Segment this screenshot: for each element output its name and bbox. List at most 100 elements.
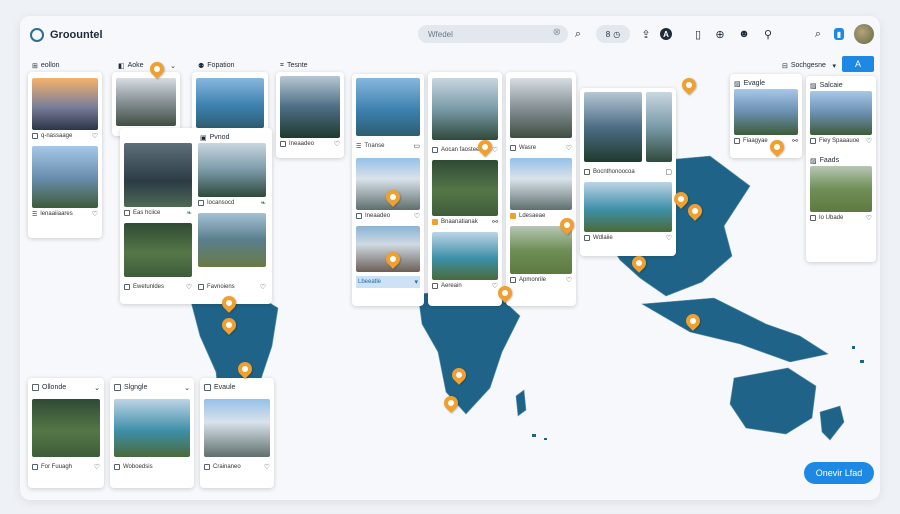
photo-thumbnail[interactable] bbox=[116, 78, 176, 126]
checkbox[interactable] bbox=[32, 384, 39, 391]
checkbox[interactable] bbox=[114, 384, 121, 391]
zoom-icon[interactable]: ⊕ bbox=[712, 26, 728, 42]
checkbox[interactable] bbox=[584, 235, 590, 241]
heart-icon[interactable]: ♡ bbox=[492, 282, 498, 290]
photo-thumbnail[interactable] bbox=[32, 146, 98, 208]
checkbox[interactable] bbox=[124, 210, 130, 216]
checkbox[interactable] bbox=[810, 215, 816, 221]
search-global-icon[interactable]: ⌕ bbox=[810, 26, 826, 42]
heart-icon[interactable]: ♡ bbox=[666, 234, 672, 242]
checkbox[interactable] bbox=[734, 138, 740, 144]
checkbox[interactable] bbox=[204, 384, 211, 391]
checkbox[interactable] bbox=[280, 141, 286, 147]
counter-pill[interactable]: 8 ◷ bbox=[596, 25, 630, 43]
photo-thumbnail[interactable] bbox=[198, 143, 266, 197]
primary-action-button[interactable]: A bbox=[842, 56, 874, 72]
magnify-icon[interactable]: ⚲ bbox=[760, 26, 776, 42]
share-icon[interactable]: ⇪ bbox=[638, 26, 654, 42]
photo-card-2[interactable]: ▣ Pvnod Eas hciice ❧ Iocansocd ❧ Ewetunldes… bbox=[120, 128, 272, 304]
heart-icon[interactable]: ♡ bbox=[414, 212, 420, 220]
link-icon[interactable]: ⚯ bbox=[792, 137, 798, 145]
photo-thumbnail[interactable] bbox=[510, 226, 572, 274]
heart-icon[interactable]: ♡ bbox=[260, 283, 266, 291]
photo-thumbnail[interactable] bbox=[198, 213, 266, 267]
link-icon[interactable]: ⚯ bbox=[492, 218, 498, 226]
chevron-down-icon[interactable]: ⌄ bbox=[94, 384, 100, 392]
photo-thumbnail[interactable] bbox=[356, 78, 420, 136]
checkbox[interactable] bbox=[124, 284, 130, 290]
bookmark-icon[interactable]: ▮ bbox=[834, 28, 844, 40]
checkbox[interactable] bbox=[432, 147, 438, 153]
heart-icon[interactable]: ♡ bbox=[186, 283, 192, 291]
heart-icon[interactable]: ♡ bbox=[566, 276, 572, 284]
photo-thumbnail[interactable] bbox=[432, 232, 498, 280]
heart-icon[interactable]: ♡ bbox=[866, 214, 872, 222]
checkbox[interactable] bbox=[32, 133, 38, 139]
checkbox[interactable] bbox=[198, 284, 204, 290]
photo-thumbnail[interactable] bbox=[32, 399, 100, 457]
heart-icon[interactable]: ♡ bbox=[94, 463, 100, 471]
checkbox[interactable] bbox=[114, 464, 120, 470]
selected-row[interactable]: Lbeeatle ▾ bbox=[356, 276, 420, 288]
avatar[interactable] bbox=[854, 24, 874, 44]
search-input[interactable]: Wfedel ⊗ bbox=[418, 25, 568, 43]
photo-thumbnail[interactable] bbox=[734, 89, 798, 135]
photo-card-13[interactable]: Evaule Crainaneo ♡ bbox=[200, 378, 274, 488]
document-icon[interactable]: ▯ bbox=[690, 26, 706, 42]
photo-thumbnail[interactable] bbox=[810, 166, 872, 212]
photo-thumbnail[interactable] bbox=[510, 158, 572, 210]
checkbox-checked[interactable] bbox=[432, 219, 438, 225]
photo-card-fopation[interactable] bbox=[192, 72, 268, 136]
chevron-down-icon[interactable]: ⌄ bbox=[184, 384, 190, 392]
user-icon[interactable]: ☻ bbox=[736, 26, 752, 42]
photo-thumbnail[interactable] bbox=[356, 226, 420, 272]
photo-card-9[interactable]: ▨ Evagle Fiaagyae ⚯ bbox=[730, 74, 802, 158]
document-icon[interactable]: ▭ bbox=[413, 142, 420, 150]
photo-card-aoke[interactable] bbox=[112, 72, 180, 136]
sort-dropdown[interactable]: ⊟ Sochgesne ▾ bbox=[778, 56, 840, 74]
photo-card-8[interactable]: Bocnthonoocoa ▢ Wdlaiie ♡ bbox=[580, 88, 676, 256]
photo-card-10[interactable]: ▨ Salcaie Fiey Spaaauoe ♡ ▨ Faads Io Ubade ♡ bbox=[806, 76, 876, 262]
photo-thumbnail[interactable] bbox=[124, 143, 192, 207]
heart-icon[interactable]: ♡ bbox=[334, 140, 340, 148]
photo-thumbnail[interactable] bbox=[432, 160, 498, 216]
checkbox[interactable] bbox=[510, 145, 516, 151]
checkbox[interactable] bbox=[432, 283, 438, 289]
photo-thumbnail[interactable] bbox=[646, 92, 672, 162]
photo-thumbnail[interactable] bbox=[196, 78, 264, 128]
photo-thumbnail[interactable] bbox=[510, 78, 572, 138]
photo-thumbnail[interactable] bbox=[584, 182, 672, 232]
photo-thumbnail[interactable] bbox=[810, 91, 872, 135]
checkbox[interactable] bbox=[510, 277, 516, 283]
confirm-button[interactable]: Onevir Lfad bbox=[804, 462, 874, 484]
checkbox[interactable] bbox=[204, 464, 210, 470]
checkbox[interactable] bbox=[198, 200, 204, 206]
checkbox[interactable]: ▢ bbox=[665, 168, 672, 176]
checkbox[interactable] bbox=[810, 138, 816, 144]
search-icon[interactable]: ⌕ bbox=[570, 26, 586, 42]
checkbox[interactable] bbox=[32, 464, 38, 470]
heart-icon[interactable]: ♡ bbox=[264, 463, 270, 471]
photo-thumbnail[interactable] bbox=[124, 223, 192, 277]
photo-thumbnail[interactable] bbox=[584, 92, 642, 162]
heart-icon[interactable]: ♡ bbox=[866, 137, 872, 145]
checkbox[interactable] bbox=[584, 169, 590, 175]
clear-search-icon[interactable]: ⊗ bbox=[553, 27, 561, 38]
photo-card-5[interactable]: ☰ Tnanse ▭ Ineaadeo ♡ Lbeeatle ▾ bbox=[352, 74, 424, 306]
heart-icon[interactable]: ♡ bbox=[92, 210, 98, 218]
heart-icon[interactable]: ♡ bbox=[566, 144, 572, 152]
photo-card-11[interactable]: Ollonde ⌄ For Fuuagh ♡ bbox=[28, 378, 104, 488]
photo-thumbnail[interactable] bbox=[204, 399, 270, 457]
photo-card-1[interactable]: q-nassaage ♡ ☰ lenaaiiaares ♡ bbox=[28, 72, 102, 238]
photo-thumbnail[interactable] bbox=[280, 76, 340, 138]
photo-card-tesnte[interactable]: Ineaadeo ♡ bbox=[276, 72, 344, 158]
heart-icon[interactable]: ♡ bbox=[492, 146, 498, 154]
checkbox-checked[interactable] bbox=[510, 213, 516, 219]
photo-card-6[interactable]: Aocan faostee ♡ Bnaanatianak ⚯ Aereain ♡ bbox=[428, 72, 502, 306]
photo-thumbnail[interactable] bbox=[114, 399, 190, 457]
account-icon[interactable]: A bbox=[660, 28, 672, 40]
photo-thumbnail[interactable] bbox=[432, 78, 498, 140]
photo-card-12[interactable]: Slgngle ⌄ Woboedsis bbox=[110, 378, 194, 488]
photo-card-7[interactable]: Wasre ♡ Ldesaeae Apmonrile ♡ bbox=[506, 72, 576, 306]
heart-icon[interactable]: ♡ bbox=[92, 132, 98, 140]
